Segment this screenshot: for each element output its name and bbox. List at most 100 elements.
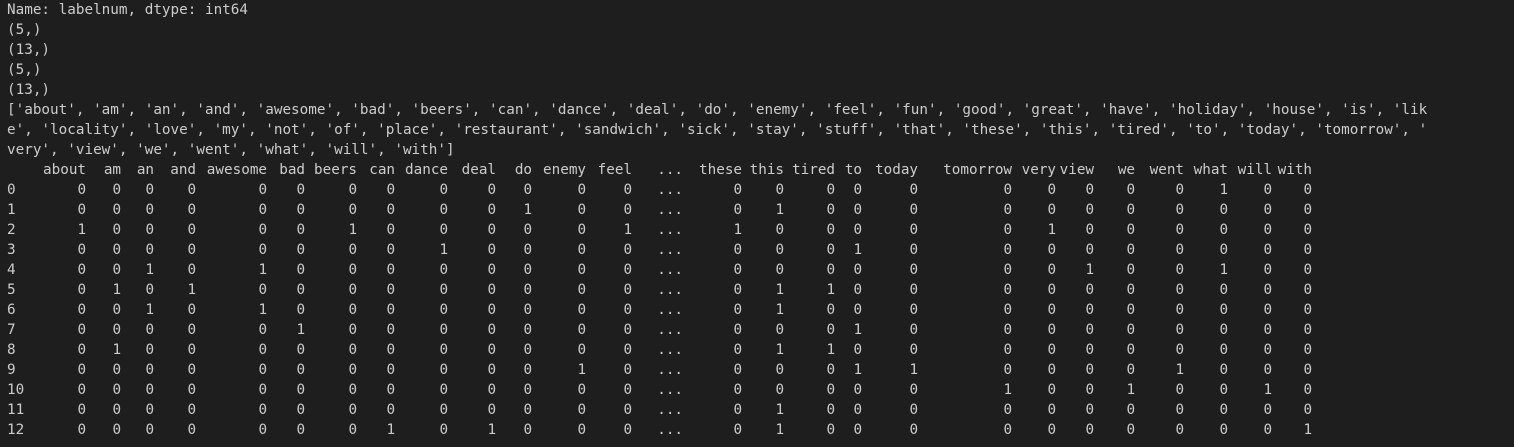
table-cell: 1 xyxy=(1303,422,1313,438)
table-cell: 0 xyxy=(1126,402,1136,418)
index-header xyxy=(7,160,43,180)
table-cell: ... xyxy=(657,402,684,418)
table-cell: ... xyxy=(657,382,684,398)
table-cell: 1 xyxy=(439,242,449,258)
table-cell: ... xyxy=(657,282,684,298)
table-cell: 0 xyxy=(523,402,533,418)
table-cell: 0 xyxy=(1085,362,1095,378)
table-cell: 0 xyxy=(1175,262,1185,278)
table-cell: 0 xyxy=(145,322,155,338)
table-cell: 0 xyxy=(1047,382,1057,398)
table-cell: 0 xyxy=(187,402,197,418)
table-cell: 0 xyxy=(439,422,449,438)
table-cell: 0 xyxy=(1219,362,1229,378)
table-cell: 0 xyxy=(348,302,358,318)
table-cell: 1 xyxy=(775,202,785,218)
table-cell: 0 xyxy=(439,182,449,198)
table-cell: 0 xyxy=(1303,182,1313,198)
shape-line: (5,) xyxy=(7,22,42,38)
table-cell: 0 xyxy=(187,422,197,438)
table-cell: 0 xyxy=(258,402,268,418)
table-cell: 0 xyxy=(1219,402,1229,418)
table-cell: 0 xyxy=(577,302,587,318)
table-cell: ... xyxy=(657,202,684,218)
column-header: and xyxy=(170,162,197,178)
table-cell: 0 xyxy=(623,262,633,278)
table-cell: 0 xyxy=(1175,402,1185,418)
row-index: 2 xyxy=(7,222,16,238)
table-cell: 0 xyxy=(258,222,268,238)
table-cell: 1 xyxy=(487,422,497,438)
table-cell: 0 xyxy=(577,282,587,298)
table-cell: 1 xyxy=(523,202,533,218)
table-cell: 0 xyxy=(386,182,396,198)
table-cell: 0 xyxy=(1303,302,1313,318)
table-cell: 0 xyxy=(296,382,306,398)
table-cell: 0 xyxy=(733,282,743,298)
table-cell: 0 xyxy=(1047,202,1057,218)
table-cell: 0 xyxy=(258,202,268,218)
table-cell: 0 xyxy=(1263,302,1273,318)
table-cell: 0 xyxy=(775,262,785,278)
table-cell: 0 xyxy=(348,182,358,198)
table-cell: 0 xyxy=(112,182,122,198)
table-cell: 0 xyxy=(1003,262,1013,278)
table-cell: 0 xyxy=(909,242,919,258)
table-cell: 0 xyxy=(439,382,449,398)
table-row: 12 0 0 0 0 0 0 0 1 0 1 0 0 0... 0 1 0 0 0 0 0 0 0 0 0 0 1 xyxy=(7,420,1312,440)
table-cell: 0 xyxy=(1175,222,1185,238)
table-row: 0 0 0 0 0 0 0 0 0 0 0 0 0 0... 0 0 0 0 0 0 0 0 0 0 1 0 0 xyxy=(7,180,1312,200)
table-cell: 0 xyxy=(1263,202,1273,218)
table-cell: 0 xyxy=(1085,242,1095,258)
table-cell: 0 xyxy=(1175,342,1185,358)
table-row: 1 0 0 0 0 0 0 0 0 0 0 1 0 0... 0 1 0 0 0 0 0 0 0 0 0 0 0 xyxy=(7,200,1312,220)
table-cell: 0 xyxy=(1047,362,1057,378)
table-cell: 1 xyxy=(296,322,306,338)
table-cell: 0 xyxy=(523,342,533,358)
table-cell: 1 xyxy=(1003,382,1013,398)
table-cell: 0 xyxy=(733,262,743,278)
table-cell: 0 xyxy=(1175,182,1185,198)
table-cell: 0 xyxy=(77,182,87,198)
column-header: deal xyxy=(461,162,497,178)
table-cell: 0 xyxy=(1047,182,1057,198)
column-header: can xyxy=(369,162,396,178)
table-cell: 0 xyxy=(386,302,396,318)
table-row: 6 0 0 1 0 1 0 0 0 0 0 0 0 0... 0 1 0 0 0 0 0 0 0 0 0 0 0 xyxy=(7,300,1312,320)
table-cell: 0 xyxy=(258,242,268,258)
feature-names-line: ['about', 'am', 'an', 'and', 'awesome', … xyxy=(7,102,1428,118)
table-cell: 0 xyxy=(826,382,836,398)
table-cell: 0 xyxy=(1085,382,1095,398)
table-cell: 0 xyxy=(1219,422,1229,438)
table-cell: 0 xyxy=(909,422,919,438)
row-index: 4 xyxy=(7,262,16,278)
table-cell: 0 xyxy=(258,282,268,298)
table-cell: 0 xyxy=(348,402,358,418)
row-index: 3 xyxy=(7,242,16,258)
table-cell: 0 xyxy=(623,382,633,398)
table-cell: 0 xyxy=(623,422,633,438)
table-cell: 0 xyxy=(296,222,306,238)
table-cell: 0 xyxy=(487,222,497,238)
table-cell: 0 xyxy=(826,242,836,258)
column-header: this xyxy=(749,162,785,178)
table-cell: 0 xyxy=(853,222,863,238)
table-cell: 0 xyxy=(77,322,87,338)
table-cell: 0 xyxy=(1303,322,1313,338)
table-cell: 0 xyxy=(112,402,122,418)
column-header: dance xyxy=(405,162,449,178)
table-cell: 0 xyxy=(77,242,87,258)
table-cell: 1 xyxy=(1219,182,1229,198)
row-index: 6 xyxy=(7,302,16,318)
table-cell: 1 xyxy=(112,282,122,298)
table-cell: 0 xyxy=(1126,262,1136,278)
table-cell: 0 xyxy=(187,242,197,258)
table-cell: 0 xyxy=(296,422,306,438)
table-cell: 0 xyxy=(487,382,497,398)
table-cell: 0 xyxy=(853,202,863,218)
column-header: feel xyxy=(597,162,633,178)
table-cell: 0 xyxy=(487,282,497,298)
table-cell: 0 xyxy=(1175,242,1185,258)
table-cell: 0 xyxy=(1126,342,1136,358)
table-cell: 0 xyxy=(1263,262,1273,278)
